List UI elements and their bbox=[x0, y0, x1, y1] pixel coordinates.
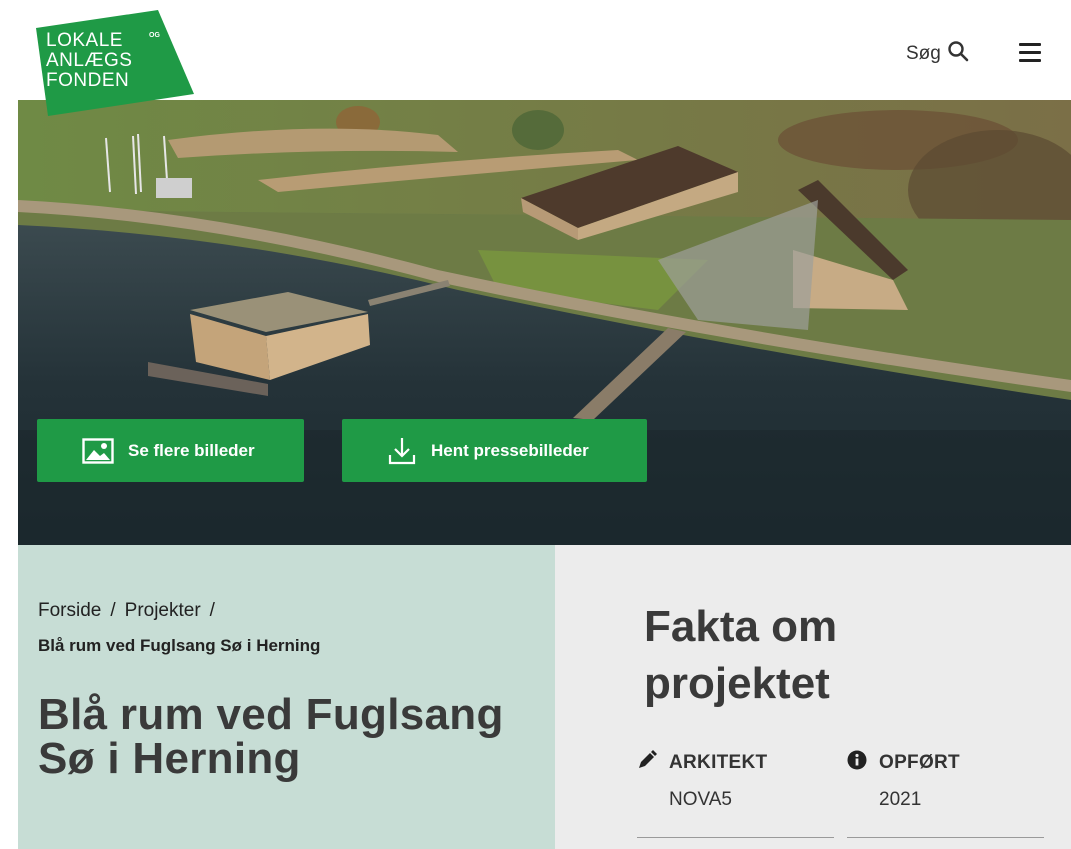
breadcrumb: Forside / Projekter / bbox=[38, 600, 215, 621]
fact-architect-label: ARKITEKT bbox=[669, 752, 768, 773]
fact-architect-value: NOVA5 bbox=[669, 789, 733, 810]
hero-image: Se flere billeder Hent pressebilleder bbox=[18, 100, 1071, 545]
project-facts-panel: Fakta om projektet ARKITEKT NOVA5 OPFØRT… bbox=[555, 545, 1071, 849]
page-title: Blå rum ved Fuglsang Sø i Herning bbox=[38, 690, 504, 783]
fact-built: OPFØRT 2021 bbox=[847, 750, 1044, 811]
breadcrumb-home[interactable]: Forside bbox=[38, 600, 101, 621]
breadcrumb-projects[interactable]: Projekter bbox=[125, 600, 201, 621]
divider bbox=[637, 837, 834, 838]
logo-og: OG bbox=[149, 32, 160, 39]
divider bbox=[847, 837, 1044, 838]
more-images-button[interactable]: Se flere billeder bbox=[37, 419, 304, 482]
fact-built-value: 2021 bbox=[879, 789, 922, 810]
info-icon bbox=[847, 750, 867, 776]
project-intro-panel: Forside / Projekter / Blå rum ved Fuglsang … bbox=[18, 545, 555, 849]
site-logo[interactable]: LOKALE ANLÆGS FONDEN OG bbox=[36, 10, 194, 116]
press-images-label: Hent pressebilleder bbox=[431, 440, 589, 460]
more-images-label: Se flere billeder bbox=[128, 440, 255, 460]
search-label: Søg bbox=[906, 43, 941, 64]
download-icon bbox=[387, 436, 417, 466]
menu-button[interactable] bbox=[1019, 43, 1049, 67]
facts-title: Fakta om projektet bbox=[644, 602, 838, 708]
search-button[interactable]: Søg bbox=[906, 40, 969, 68]
fact-architect: ARKITEKT NOVA5 bbox=[637, 750, 834, 811]
pencil-icon bbox=[637, 750, 657, 776]
press-images-button[interactable]: Hent pressebilleder bbox=[342, 419, 647, 482]
fact-built-label: OPFØRT bbox=[879, 752, 960, 773]
breadcrumb-current: Blå rum ved Fuglsang Sø i Herning bbox=[38, 636, 321, 655]
logo-wordmark: LOKALE ANLÆGS FONDEN bbox=[46, 30, 133, 91]
site-header: LOKALE ANLÆGS FONDEN OG Søg bbox=[0, 0, 1071, 116]
image-icon bbox=[82, 437, 114, 464]
hamburger-menu-icon bbox=[1019, 43, 1041, 46]
search-icon bbox=[947, 40, 969, 68]
